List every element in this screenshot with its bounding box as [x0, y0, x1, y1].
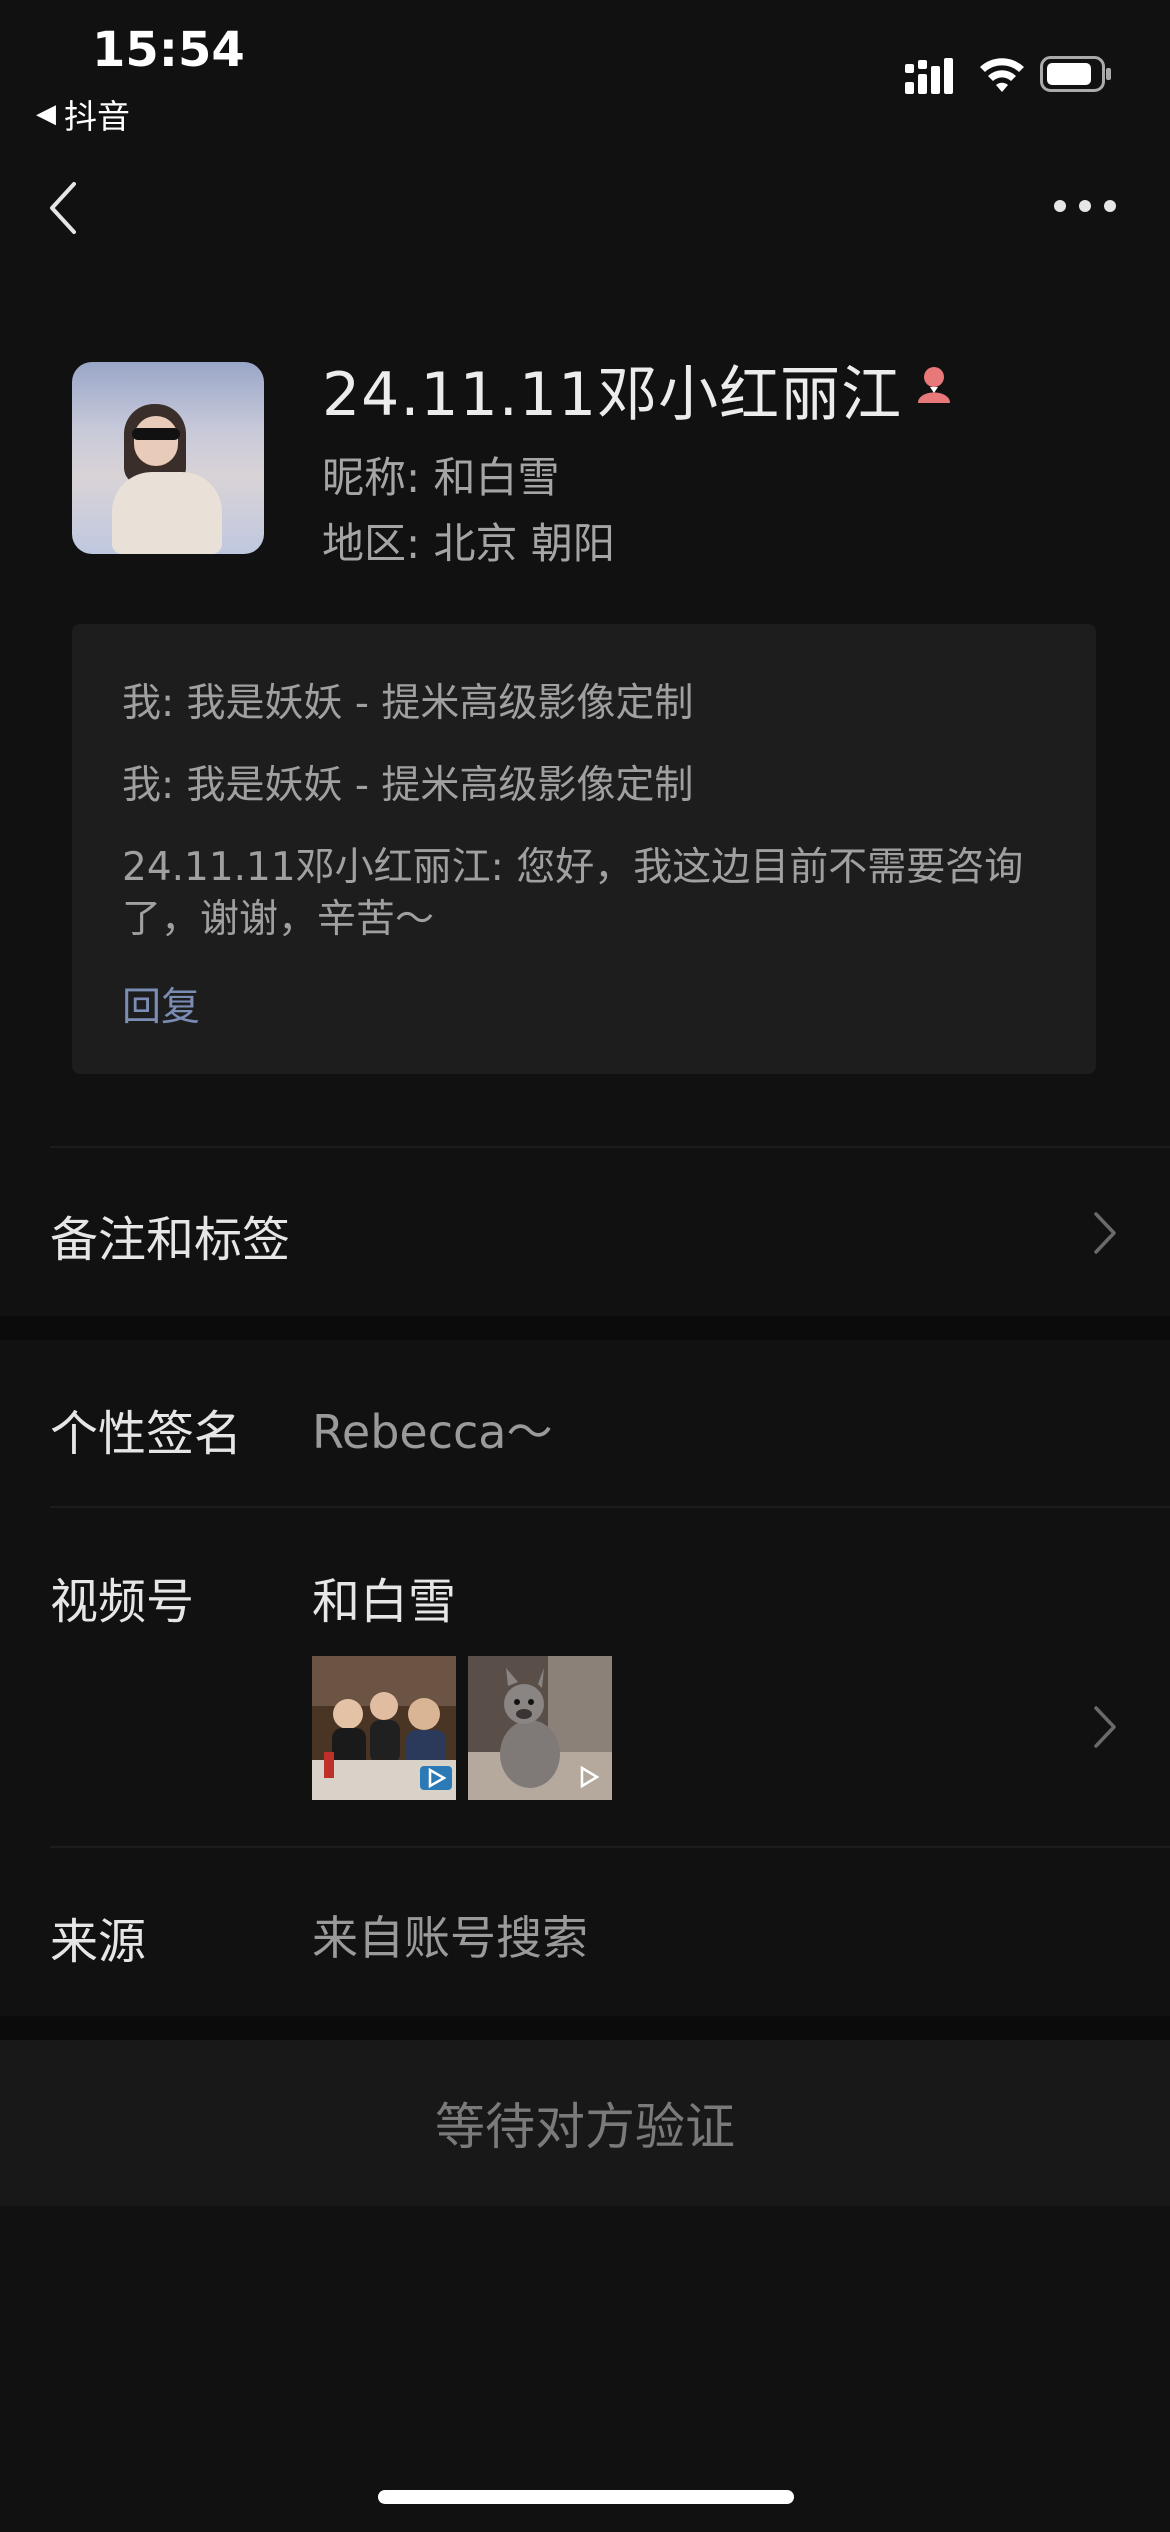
- avatar[interactable]: [72, 362, 264, 554]
- female-icon: [918, 367, 950, 403]
- cellular-signal-icon: [905, 58, 953, 94]
- source-value: 来自账号搜索: [312, 1911, 588, 1965]
- back-chevron-icon[interactable]: [42, 178, 82, 238]
- reply-link[interactable]: 回复: [122, 976, 200, 1032]
- remarks-label: 备注和标签: [50, 1212, 291, 1268]
- message-item: 我: 我是妖妖 - 提米高级影像定制: [122, 763, 694, 808]
- pending-verification-button[interactable]: 等待对方验证: [0, 2040, 1170, 2206]
- chevron-right-icon: [1094, 1212, 1116, 1254]
- divider: [50, 1846, 1170, 1848]
- signature-label: 个性签名: [50, 1406, 243, 1462]
- wifi-icon: [980, 58, 1024, 92]
- signature-value: Rebecca～: [312, 1405, 553, 1459]
- section-gap: [0, 1316, 1170, 1340]
- channels-name: 和白雪: [312, 1574, 457, 1630]
- back-to-app-link[interactable]: ◀ 抖音: [36, 90, 130, 138]
- channel-video-thumbnail[interactable]: [312, 1656, 456, 1800]
- back-triangle-icon: ◀: [36, 99, 56, 129]
- chevron-right-icon: [1094, 1706, 1116, 1748]
- more-dots-icon[interactable]: [1052, 198, 1118, 214]
- message-item: 我: 我是妖妖 - 提米高级影像定制: [122, 681, 694, 726]
- region: 地区: 北京 朝阳: [322, 519, 615, 568]
- source-label: 来源: [50, 1914, 147, 1970]
- back-app-label: 抖音: [64, 97, 130, 136]
- message-item: 24.11.11邓小红丽江: 您好，我这边目前不需要咨询了，谢谢，辛苦～: [122, 845, 1024, 942]
- contact-name: 24.11.11邓小红丽江: [322, 360, 903, 430]
- channels-label: 视频号: [50, 1574, 195, 1630]
- status-time: 15:54: [92, 22, 245, 78]
- channel-video-thumbnail[interactable]: [468, 1656, 612, 1800]
- battery-icon: [1040, 56, 1111, 92]
- pending-verification-label: 等待对方验证: [435, 2098, 735, 2156]
- section-gap: [0, 2016, 1170, 2040]
- home-indicator[interactable]: [378, 2490, 794, 2504]
- nickname: 昵称: 和白雪: [322, 453, 560, 502]
